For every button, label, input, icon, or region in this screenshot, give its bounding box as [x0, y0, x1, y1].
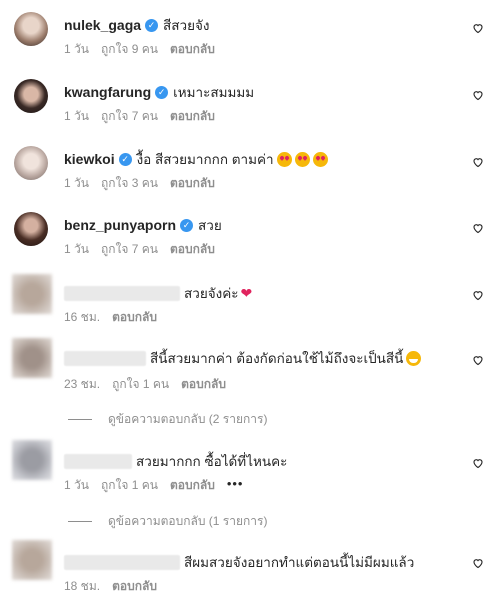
view-replies-button[interactable]: ดูข้อความตอบกลับ (1 รายการ) — [68, 512, 267, 531]
like-count[interactable]: ถูกใจ 7 คน — [101, 107, 158, 126]
heart-outline-icon[interactable] — [472, 156, 484, 168]
comment-time[interactable]: 1 วัน — [64, 240, 89, 259]
more-options-icon[interactable]: ••• — [227, 476, 244, 495]
username[interactable]: kiewkoi — [64, 151, 115, 167]
avatar[interactable] — [12, 274, 52, 314]
comment-time[interactable]: 1 วัน — [64, 476, 89, 495]
avatar[interactable] — [12, 338, 52, 378]
like-count[interactable]: ถูกใจ 9 คน — [101, 40, 158, 59]
comment-text: สีผมสวยจังอยากทำแต่ตอนนี้ไม่มีผมแล้ว — [184, 555, 415, 570]
like-count[interactable]: ถูกใจ 3 คน — [101, 174, 158, 193]
verified-badge-icon: ✓ — [155, 85, 169, 99]
heart-outline-icon[interactable] — [472, 222, 484, 234]
grinning-emoji-icon — [406, 350, 422, 366]
heart-eyes-emoji-icon — [294, 151, 310, 167]
redacted-username — [64, 453, 132, 469]
verified-badge-icon: ✓ — [118, 152, 132, 166]
comment-text: สวยมากกก ซื้อได้ที่ไหนคะ — [136, 454, 288, 469]
heart-eyes-emoji-icon — [276, 151, 292, 167]
comment-text: สวยจังค่ะ — [184, 286, 239, 301]
verified-badge-icon: ✓ — [145, 18, 159, 32]
comment-time[interactable]: 1 วัน — [64, 40, 89, 59]
view-replies-label: ดูข้อความตอบกลับ (1 รายการ) — [108, 514, 268, 528]
avatar[interactable] — [14, 79, 48, 113]
view-replies-button[interactable]: ดูข้อความตอบกลับ (2 รายการ) — [68, 410, 267, 429]
red-heart-emoji-icon: ❤ — [240, 284, 253, 301]
reply-button[interactable]: ตอบกลับ — [112, 577, 157, 596]
username[interactable]: benz_punyaporn — [64, 217, 176, 233]
reply-button[interactable]: ตอบกลับ — [170, 240, 215, 259]
heart-eyes-emoji-icon — [312, 151, 328, 167]
reply-button[interactable]: ตอบกลับ — [170, 107, 215, 126]
comment-text: สวย — [198, 218, 222, 233]
reply-button[interactable]: ตอบกลับ — [170, 174, 215, 193]
redacted-username — [64, 554, 180, 570]
redacted-username — [64, 285, 180, 301]
comment-time[interactable]: 23 ชม. — [64, 375, 100, 394]
comment-text: สีนี้สวยมากค่า ต้องกัดก่อนใช้ไม้ถึงจะเป็… — [150, 351, 404, 366]
avatar[interactable] — [14, 146, 48, 180]
comment-time[interactable]: 18 ชม. — [64, 577, 100, 596]
avatar[interactable] — [14, 12, 48, 46]
divider — [68, 419, 92, 420]
reply-button[interactable]: ตอบกลับ — [170, 40, 215, 59]
divider — [68, 521, 92, 522]
comment-time[interactable]: 16 ชม. — [64, 308, 100, 327]
heart-outline-icon[interactable] — [472, 289, 484, 301]
comment-text: งื้อ สีสวยมากกก ตามค่า — [136, 152, 274, 167]
heart-outline-icon[interactable] — [472, 22, 484, 34]
avatar[interactable] — [14, 212, 48, 246]
comment-time[interactable]: 1 วัน — [64, 107, 89, 126]
heart-outline-icon[interactable] — [472, 354, 484, 366]
username[interactable]: nulek_gaga — [64, 17, 141, 33]
reply-button[interactable]: ตอบกลับ — [112, 308, 157, 327]
view-replies-label: ดูข้อความตอบกลับ (2 รายการ) — [108, 412, 268, 426]
like-count[interactable]: ถูกใจ 1 คน — [101, 476, 158, 495]
comment-time[interactable]: 1 วัน — [64, 174, 89, 193]
like-count[interactable]: ถูกใจ 1 คน — [112, 375, 169, 394]
heart-outline-icon[interactable] — [472, 457, 484, 469]
verified-badge-icon: ✓ — [180, 218, 194, 232]
comment-text: สีสวยจัง — [163, 18, 210, 33]
redacted-username — [64, 350, 146, 366]
heart-outline-icon[interactable] — [472, 89, 484, 101]
username[interactable]: kwangfarung — [64, 84, 151, 100]
reply-button[interactable]: ตอบกลับ — [181, 375, 226, 394]
avatar[interactable] — [12, 440, 52, 480]
comment-text: เหมาะสมมมม — [173, 85, 255, 100]
heart-outline-icon[interactable] — [472, 557, 484, 569]
like-count[interactable]: ถูกใจ 7 คน — [101, 240, 158, 259]
reply-button[interactable]: ตอบกลับ — [170, 476, 215, 495]
avatar[interactable] — [12, 540, 52, 580]
